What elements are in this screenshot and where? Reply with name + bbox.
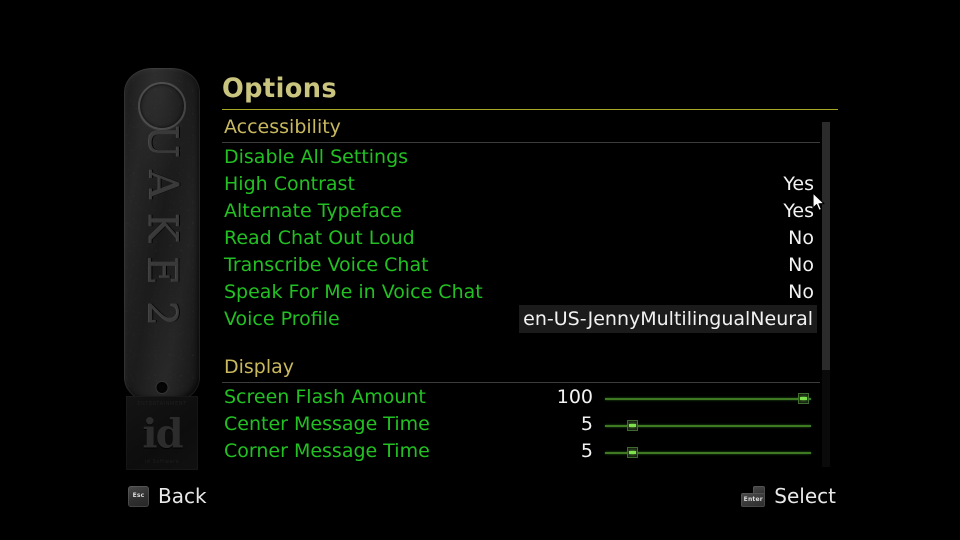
id-logo-mark: id <box>142 410 183 458</box>
select-hint[interactable]: Enter Select <box>741 484 836 508</box>
setting-label: Voice Profile <box>224 308 340 330</box>
setting-row-alternate-typeface[interactable]: Alternate Typeface Yes <box>222 198 820 225</box>
setting-row-transcribe-voice-chat[interactable]: Transcribe Voice Chat No <box>222 252 820 279</box>
section-divider <box>222 382 820 383</box>
dogtag-plate: U A K E 2 <box>124 68 200 402</box>
select-label: Select <box>774 484 836 508</box>
setting-row-voice-profile[interactable]: Voice Profile en-US-JennyMultilingualNeu… <box>222 305 820 333</box>
setting-label: Speak For Me in Voice Chat <box>224 281 483 303</box>
settings-scrollbar[interactable] <box>822 122 830 467</box>
title-divider <box>222 109 838 110</box>
back-hint[interactable]: Esc Back <box>128 484 207 508</box>
settings-list: Accessibility Disable All Settings High … <box>222 115 820 465</box>
setting-label: Screen Flash Amount <box>224 386 426 408</box>
esc-key-icon: Esc <box>128 485 149 507</box>
setting-value: 5 <box>580 413 593 435</box>
game-menu-screen: U A K E 2 ENTERTAINMENT id id Software O… <box>0 0 960 540</box>
esc-key-label: Esc <box>132 492 145 499</box>
setting-label: Read Chat Out Loud <box>224 227 415 249</box>
quake2-dogtag-logo: U A K E 2 <box>124 68 200 402</box>
setting-value: 5 <box>580 440 593 462</box>
scrollbar-thumb[interactable] <box>822 122 830 371</box>
section-title: Display <box>224 356 295 378</box>
setting-value[interactable]: No <box>788 252 814 278</box>
section-title: Accessibility <box>224 116 341 138</box>
section-header-accessibility: Accessibility <box>222 115 820 144</box>
settings-viewport[interactable]: Accessibility Disable All Settings High … <box>222 115 838 470</box>
setting-row-high-contrast[interactable]: High Contrast Yes <box>222 171 820 198</box>
setting-value[interactable]: No <box>788 279 814 305</box>
slider-center-message-time[interactable] <box>605 420 811 431</box>
slider-corner-message-time[interactable] <box>605 447 811 458</box>
dogtag-letter: 2 <box>139 300 186 327</box>
dogtag-ring-icon <box>138 82 186 130</box>
setting-label: Alternate Typeface <box>224 200 402 222</box>
setting-label: High Contrast <box>224 173 355 195</box>
setting-label: Corner Message Time <box>224 440 430 462</box>
setting-row-read-chat-out-loud[interactable]: Read Chat Out Loud No <box>222 225 820 252</box>
dogtag-letters: U A K E 2 <box>124 120 200 388</box>
setting-value[interactable]: No <box>788 225 814 251</box>
setting-value[interactable]: Yes <box>783 198 814 224</box>
setting-value[interactable]: Yes <box>783 171 814 197</box>
setting-row-corner-message-time[interactable]: Corner Message Time 5 <box>222 438 820 465</box>
dogtag-letter: A <box>139 170 186 199</box>
id-logo-sub-text: id Software <box>144 459 180 465</box>
dogtag-hole <box>156 382 168 393</box>
back-label: Back <box>158 484 207 508</box>
setting-row-speak-for-me-in-voice-chat[interactable]: Speak For Me in Voice Chat No <box>222 279 820 306</box>
id-software-logo: ENTERTAINMENT id id Software <box>126 396 198 470</box>
setting-row-disable-all-settings[interactable]: Disable All Settings <box>222 144 820 171</box>
enter-key-body: Enter <box>741 492 766 507</box>
setting-label: Transcribe Voice Chat <box>224 254 429 276</box>
setting-label: Center Message Time <box>224 413 430 435</box>
setting-label: Disable All Settings <box>224 146 409 168</box>
setting-row-center-message-time[interactable]: Center Message Time 5 <box>222 411 820 438</box>
setting-row-screen-flash-amount[interactable]: Screen Flash Amount 100 <box>222 384 820 411</box>
setting-value: 100 <box>556 386 593 408</box>
slider-handle[interactable] <box>626 447 638 458</box>
dogtag-letter: E <box>139 255 186 286</box>
id-logo-top-text: ENTERTAINMENT <box>137 401 187 407</box>
enter-key-label: Enter <box>743 495 763 503</box>
slider-screen-flash-amount[interactable] <box>605 393 811 404</box>
slider-handle[interactable] <box>797 393 809 404</box>
options-panel-header: Options <box>222 72 838 110</box>
voice-profile-field[interactable]: en-US-JennyMultilingualNeural <box>519 305 817 333</box>
section-divider <box>222 142 820 143</box>
page-title: Options <box>222 73 338 104</box>
enter-key-icon: Enter <box>741 485 766 507</box>
slider-track <box>605 398 811 400</box>
slider-handle[interactable] <box>626 420 638 431</box>
dogtag-letter: K <box>139 212 186 243</box>
section-header-display: Display <box>222 355 820 384</box>
